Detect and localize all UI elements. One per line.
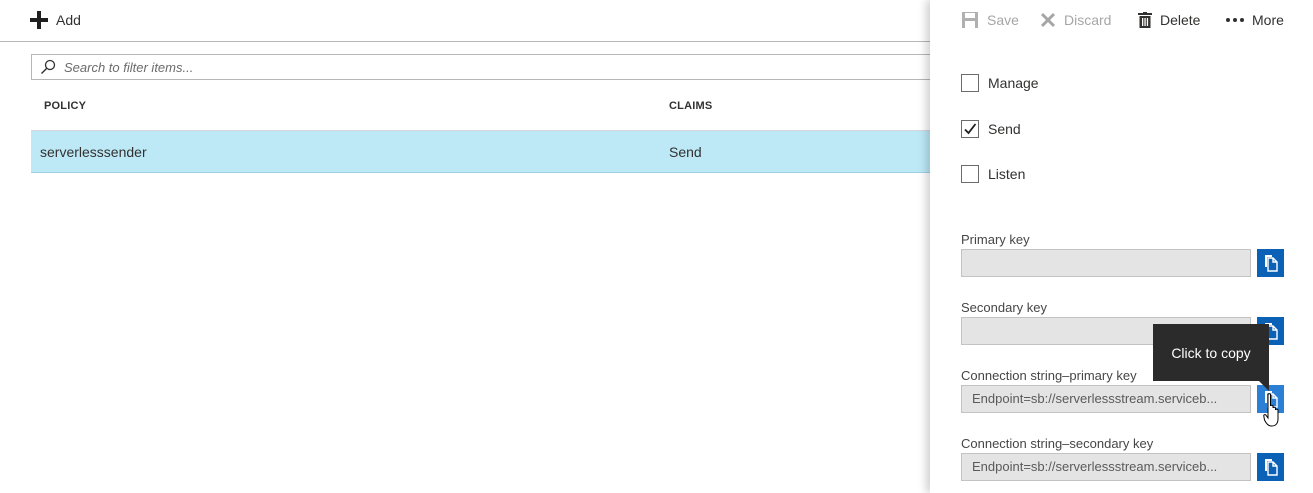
copy-connection-string-secondary-button[interactable] [1257, 453, 1284, 481]
connection-string-secondary-field[interactable]: Endpoint=sb://serverlessstream.serviceb.… [961, 453, 1251, 481]
plus-icon [30, 11, 48, 29]
claims-cell: Send [669, 144, 702, 160]
primary-key-label: Primary key [961, 232, 1030, 247]
delete-button[interactable]: Delete [1138, 9, 1200, 31]
add-button[interactable]: Add [30, 8, 81, 32]
save-label: Save [987, 12, 1019, 28]
secondary-key-label: Secondary key [961, 300, 1047, 315]
save-button[interactable]: Save [961, 9, 1019, 31]
table-header: POLICY CLAIMS [31, 96, 930, 131]
column-header-claims[interactable]: CLAIMS [669, 100, 712, 112]
add-button-label: Add [56, 12, 81, 28]
copy-icon [1264, 459, 1278, 476]
claim-listen-option[interactable]: Listen [961, 163, 1025, 185]
table-row[interactable]: serverlesssender Send [31, 131, 930, 173]
column-header-policy[interactable]: POLICY [44, 100, 86, 112]
search-icon [41, 59, 56, 74]
search-box[interactable] [31, 54, 930, 80]
copy-tooltip: Click to copy [1153, 324, 1269, 381]
policy-name-cell: serverlesssender [40, 144, 147, 160]
hand-cursor-icon [1263, 393, 1279, 427]
copy-icon [1264, 255, 1278, 272]
details-toolbar: Save Discard Delete More [930, 0, 1313, 41]
save-icon [962, 12, 978, 28]
delete-label: Delete [1160, 12, 1201, 28]
delete-icon [1138, 12, 1152, 28]
policies-list-pane: Add POLICY CLAIMS serverlesssender Send [0, 0, 930, 493]
send-label: Send [988, 121, 1021, 137]
connection-string-secondary-label: Connection string–secondary key [961, 436, 1154, 451]
connection-string-primary-field[interactable]: Endpoint=sb://serverlessstream.serviceb.… [961, 385, 1251, 413]
tooltip-arrow [1259, 381, 1269, 391]
connection-string-primary-label: Connection string–primary key [961, 368, 1137, 383]
more-icon [1226, 18, 1244, 22]
checkmark-icon [964, 123, 977, 135]
search-input[interactable] [62, 58, 866, 76]
discard-button[interactable]: Discard [1040, 9, 1111, 31]
send-checkbox[interactable] [961, 120, 979, 138]
manage-label: Manage [988, 75, 1039, 91]
list-toolbar: Add [0, 0, 930, 42]
copy-primary-key-button[interactable] [1257, 249, 1284, 277]
discard-icon [1040, 12, 1056, 28]
discard-label: Discard [1064, 12, 1112, 28]
listen-checkbox[interactable] [961, 165, 979, 183]
listen-label: Listen [988, 166, 1026, 182]
policy-details-pane: Save Discard Delete More Manage Send Lis… [930, 0, 1313, 493]
more-label: More [1252, 12, 1284, 28]
more-button[interactable]: More [1226, 9, 1284, 31]
manage-checkbox[interactable] [961, 74, 979, 92]
primary-key-field[interactable] [961, 249, 1251, 277]
claim-send-option[interactable]: Send [961, 118, 1021, 140]
claim-manage-option[interactable]: Manage [961, 72, 1039, 94]
